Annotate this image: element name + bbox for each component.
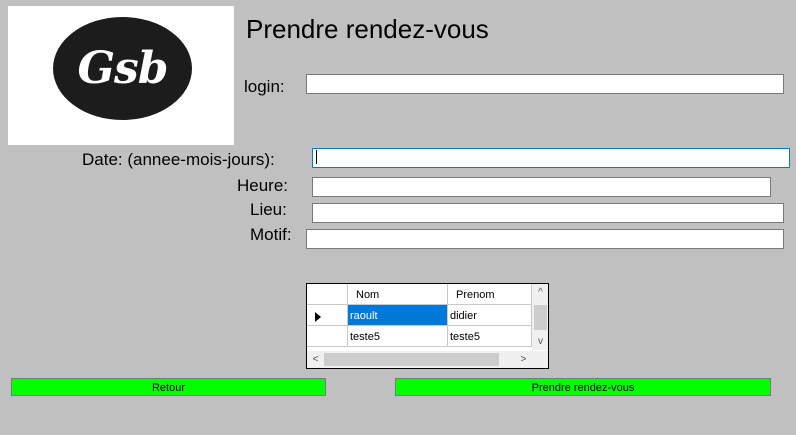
- logo-text: Gsb: [77, 43, 168, 94]
- grid-cell-nom[interactable]: teste5: [348, 326, 448, 347]
- row-header[interactable]: [307, 326, 348, 347]
- lieu-label: Lieu:: [250, 200, 287, 219]
- current-row-arrow-icon: [315, 312, 321, 322]
- text-caret: [316, 150, 317, 164]
- retour-button[interactable]: Retour: [11, 378, 326, 396]
- row-header[interactable]: [307, 305, 348, 326]
- grid-cell-prenom[interactable]: teste5: [448, 326, 532, 347]
- login-label: login:: [244, 77, 285, 96]
- motif-label: Motif:: [250, 225, 292, 244]
- scroll-up-icon[interactable]: ^: [532, 284, 548, 301]
- grid-cell-prenom[interactable]: didier: [448, 305, 532, 326]
- column-header-nom[interactable]: Nom: [348, 284, 448, 305]
- scrollbar-corner: [532, 351, 548, 368]
- date-field[interactable]: [312, 148, 790, 168]
- scroll-right-icon[interactable]: >: [515, 351, 532, 368]
- heure-label: Heure:: [237, 176, 289, 195]
- horizontal-scroll-thumb[interactable]: [324, 353, 499, 366]
- date-label: Date: (annee-mois-jours):: [82, 150, 275, 169]
- scroll-left-icon[interactable]: <: [307, 351, 324, 368]
- motif-field[interactable]: [306, 229, 784, 249]
- grid-cell-nom[interactable]: raoult: [348, 305, 448, 326]
- login-field[interactable]: [306, 74, 784, 94]
- medecins-grid[interactable]: Nom Prenom raoult didier teste5 teste5 ^…: [306, 283, 549, 369]
- scroll-down-icon[interactable]: v: [532, 333, 548, 350]
- vertical-scroll-thumb[interactable]: [534, 305, 547, 330]
- page-title: Prendre rendez-vous: [246, 14, 489, 44]
- grid-corner-header[interactable]: [307, 284, 348, 305]
- lieu-field[interactable]: [312, 203, 784, 223]
- column-header-prenom[interactable]: Prenom: [448, 284, 532, 305]
- prendre-rendez-vous-button[interactable]: Prendre rendez-vous: [395, 378, 771, 396]
- heure-field[interactable]: [312, 177, 771, 197]
